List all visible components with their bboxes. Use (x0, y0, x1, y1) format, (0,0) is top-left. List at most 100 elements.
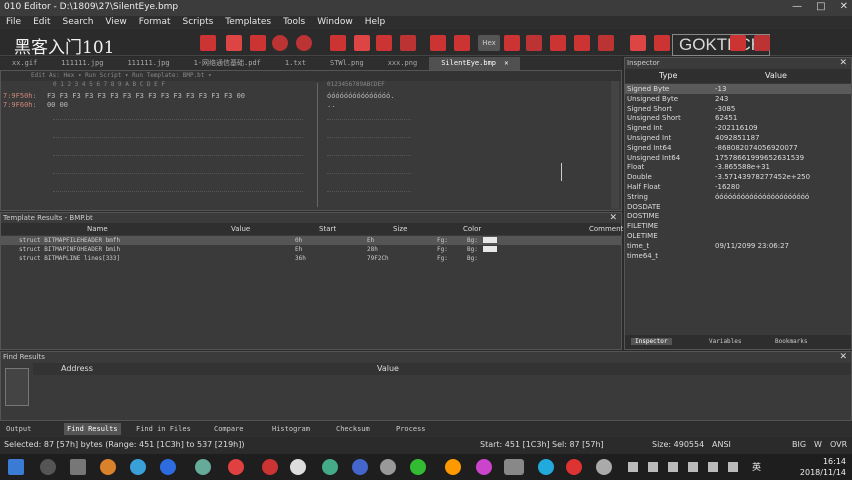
paragraph-icon[interactable] (526, 35, 542, 51)
inspector-row[interactable]: Unsigned Short 62451 (625, 113, 851, 123)
close-button[interactable]: ✕ (840, 1, 848, 12)
col-address[interactable]: Address (61, 364, 93, 373)
menu-view[interactable]: View (99, 16, 132, 29)
taskbar-app-icon[interactable] (596, 459, 612, 475)
hex-row[interactable]: 7:9F60h: 00 00 (3, 101, 68, 109)
inspector-row[interactable]: DOSDATE (625, 202, 851, 212)
minimize-button[interactable]: — (792, 1, 802, 12)
cut-icon[interactable] (200, 35, 216, 51)
search-icon[interactable] (40, 459, 56, 475)
start-icon[interactable] (8, 459, 24, 475)
tab-output[interactable]: Output (6, 425, 31, 433)
inspector-value[interactable]: -202116109 (715, 124, 758, 132)
tray-icon[interactable] (648, 462, 658, 472)
inspector-row[interactable]: Signed Byte -13 (625, 84, 851, 94)
inspector-value[interactable]: 17578661999652631539 (715, 154, 804, 162)
inspector-row[interactable]: Double -3.57143978277452e+250 (625, 172, 851, 182)
hex-scrollbar[interactable] (611, 81, 619, 209)
taskbar-app-icon[interactable] (410, 459, 426, 475)
menu-tools[interactable]: Tools (277, 16, 311, 29)
close-icon[interactable]: ✕ (609, 213, 617, 223)
tab-variables[interactable]: Variables (709, 338, 742, 345)
inspector-row[interactable]: Signed Int -202116109 (625, 123, 851, 133)
taskbar-app-icon[interactable] (195, 459, 211, 475)
open-icon[interactable] (654, 35, 670, 51)
status-w[interactable]: W (814, 440, 822, 449)
inspector-row[interactable]: Signed Int64 -868082074056920077 (625, 143, 851, 153)
font-icon[interactable] (430, 35, 446, 51)
replace-icon[interactable] (354, 35, 370, 51)
highlight-icon[interactable] (400, 35, 416, 51)
network-icon[interactable] (708, 462, 718, 472)
tab-silenteye-active[interactable]: SilentEye.bmp ✕ (429, 57, 521, 70)
inspector-row[interactable]: Half Float -16280 (625, 182, 851, 192)
ascii-bytes[interactable]: .. (327, 101, 335, 109)
taskbar-app-icon[interactable] (130, 459, 146, 475)
taskbar-app-icon[interactable] (476, 459, 492, 475)
taskbar-app-icon[interactable] (262, 459, 278, 475)
taskbar-app-icon[interactable] (100, 459, 116, 475)
table-row[interactable]: struct BITMAPINFOHEADER bmih Eh 28h Fg: … (1, 245, 621, 254)
taskbar-app-icon[interactable] (566, 459, 582, 475)
col-type[interactable]: Type (659, 71, 677, 80)
undo-icon[interactable] (272, 35, 288, 51)
inspector-value[interactable]: óóóóóóóóóóóóóóóóóóóóóó (715, 193, 809, 201)
tab-close-icon[interactable]: ✕ (504, 59, 508, 67)
hex-toolbar[interactable]: Edit As: Hex ▾ Run Script ▾ Run Template… (1, 71, 621, 81)
inspector-row[interactable]: time_t 09/11/2099 23:06:27 (625, 241, 851, 251)
table-row[interactable]: struct BITMAPFILEHEADER bmfh 0h Eh Fg: B… (1, 236, 621, 245)
col-value[interactable]: Value (377, 364, 399, 373)
taskbar-app-icon[interactable] (160, 459, 176, 475)
bookmark-icon[interactable] (504, 35, 520, 51)
tab-checksum[interactable]: Checksum (336, 425, 370, 433)
redo-icon[interactable] (296, 35, 312, 51)
taskbar-app-icon[interactable] (322, 459, 338, 475)
inspector-value[interactable]: 4092851187 (715, 134, 760, 142)
volume-icon[interactable] (728, 462, 738, 472)
col-color[interactable]: Color (463, 225, 481, 233)
inspector-row[interactable]: FILETIME (625, 221, 851, 231)
chart-icon[interactable] (454, 35, 470, 51)
calculator-icon[interactable] (574, 35, 590, 51)
find-results-sidebar[interactable] (5, 368, 29, 406)
inspector-value[interactable]: -3.57143978277452e+250 (715, 173, 810, 181)
menu-file[interactable]: File (0, 16, 27, 29)
menu-format[interactable]: Format (133, 16, 177, 29)
inspector-value[interactable]: 09/11/2099 23:06:27 (715, 242, 789, 250)
new-icon[interactable] (630, 35, 646, 51)
copy-icon[interactable] (226, 35, 242, 51)
tab-file[interactable]: 111111.jpg (115, 57, 181, 70)
tab-compare[interactable]: Compare (214, 425, 244, 433)
inspector-value[interactable]: 243 (715, 95, 728, 103)
hex-bytes[interactable]: F3 F3 F3 F3 F3 F3 F3 F3 F3 F3 F3 F3 F3 F… (47, 92, 245, 100)
status-endian[interactable]: BIG (792, 440, 806, 449)
taskbar-app-icon[interactable] (290, 459, 306, 475)
hex-icon[interactable]: Hex (478, 35, 500, 51)
hex-row[interactable]: 7:9F50h: F3 F3 F3 F3 F3 F3 F3 F3 F3 F3 F… (3, 92, 245, 100)
tab-file[interactable]: 1.txt (273, 57, 318, 70)
ascii-bytes[interactable]: óóóóóóóóóóóóóóó. (327, 92, 394, 100)
menu-search[interactable]: Search (57, 16, 100, 29)
task-view-icon[interactable] (70, 459, 86, 475)
menu-window[interactable]: Window (311, 16, 359, 29)
inspector-value[interactable]: -13 (715, 85, 726, 93)
col-name[interactable]: Name (87, 225, 108, 233)
save-icon[interactable] (730, 35, 746, 51)
compare-icon[interactable] (550, 35, 566, 51)
clock[interactable]: 16:14 2018/11/14 (800, 456, 846, 478)
paste-icon[interactable] (250, 35, 266, 51)
close-icon[interactable]: ✕ (839, 58, 847, 68)
inspector-row[interactable]: OLETIME (625, 231, 851, 241)
tray-icon[interactable] (668, 462, 678, 472)
col-start[interactable]: Start (319, 225, 336, 233)
inspector-row[interactable]: String óóóóóóóóóóóóóóóóóóóóóó (625, 192, 851, 202)
tab-file[interactable]: xxx.png (376, 57, 430, 70)
col-comment[interactable]: Comment (589, 225, 623, 233)
ime-indicator[interactable]: 英 (752, 460, 761, 473)
inspector-row[interactable]: Unsigned Int 4092851187 (625, 133, 851, 143)
taskbar-app-icon[interactable] (445, 459, 461, 475)
maximize-button[interactable]: □ (816, 1, 825, 12)
tab-find-results[interactable]: Find Results (64, 423, 121, 435)
hex-editor[interactable]: Edit As: Hex ▾ Run Script ▾ Run Template… (0, 70, 622, 211)
find-icon[interactable] (330, 35, 346, 51)
